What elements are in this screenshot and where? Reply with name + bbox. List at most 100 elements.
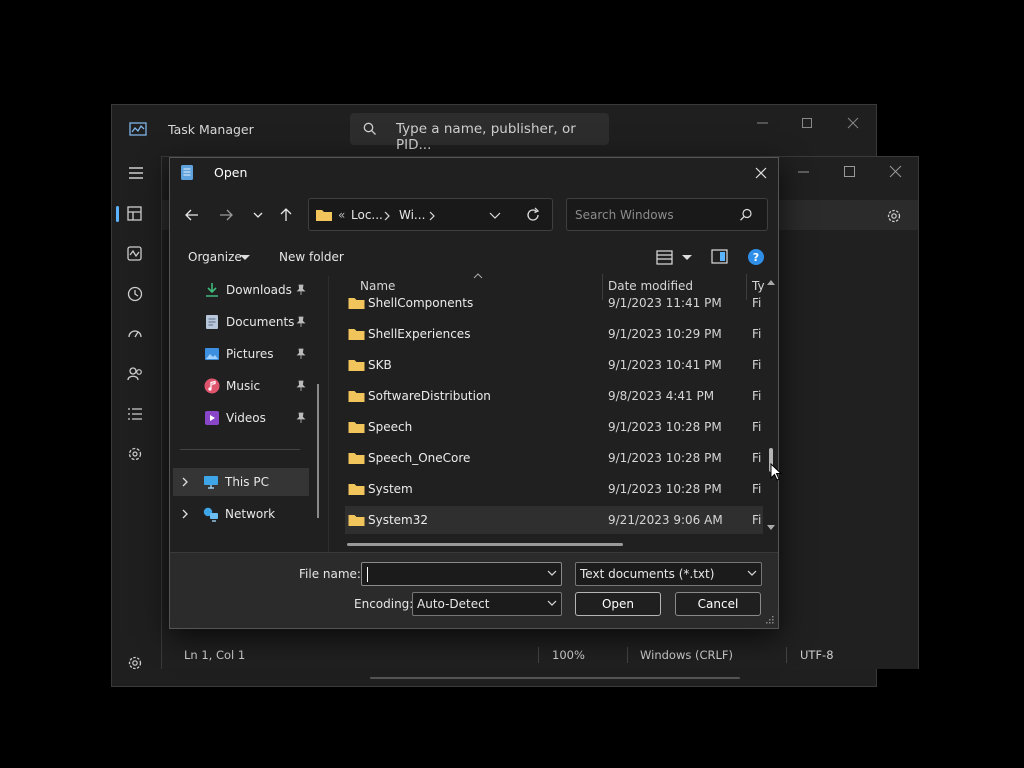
- up-arrow-icon[interactable]: [276, 205, 296, 225]
- organize-menu[interactable]: Organize: [188, 250, 242, 264]
- maximize-icon[interactable]: [792, 113, 822, 133]
- forward-arrow-icon[interactable]: [216, 205, 236, 225]
- file-type: Fi: [752, 513, 762, 527]
- nav-item-this-pc[interactable]: This PC: [173, 468, 309, 496]
- file-type: Fi: [752, 327, 762, 341]
- search-input[interactable]: Search Windows: [566, 198, 768, 231]
- file-row[interactable]: System 9/1/2023 10:28 PM Fi: [345, 475, 763, 503]
- processes-icon[interactable]: [126, 205, 144, 223]
- details-icon[interactable]: [126, 405, 144, 423]
- breadcrumb-item-windows[interactable]: Wi...: [399, 208, 425, 222]
- chevron-right-icon[interactable]: [181, 477, 189, 487]
- scroll-up-arrow-icon[interactable]: [766, 278, 776, 286]
- chevron-right-icon: [384, 211, 390, 221]
- pin-icon: [296, 316, 306, 327]
- file-name: System: [368, 482, 413, 496]
- open-button[interactable]: Open: [575, 592, 661, 616]
- file-type: Fi: [752, 482, 762, 496]
- nav-item-downloads[interactable]: Downloads: [190, 276, 320, 304]
- dialog-footer: File name: Text documents (*.txt) Encodi…: [170, 552, 778, 628]
- line-ending[interactable]: Windows (CRLF): [640, 648, 733, 662]
- users-icon[interactable]: [126, 365, 144, 383]
- folder-icon: [348, 453, 365, 464]
- services-icon[interactable]: [126, 445, 144, 463]
- file-name: Speech_OneCore: [368, 451, 471, 465]
- recent-locations-chevron-icon[interactable]: [248, 205, 268, 225]
- file-name-input[interactable]: [361, 562, 562, 586]
- task-manager-search-input[interactable]: Type a name, publisher, or PID...: [350, 113, 609, 153]
- navigation-pane: Downloads Documents Pictures Music Video…: [170, 276, 328, 552]
- nav-item-pictures[interactable]: Pictures: [190, 340, 320, 368]
- new-folder-button[interactable]: New folder: [279, 250, 344, 264]
- file-date-modified: 9/1/2023 10:28 PM: [608, 482, 722, 496]
- file-row[interactable]: Speech 9/1/2023 10:28 PM Fi: [345, 413, 763, 441]
- refresh-icon[interactable]: [525, 207, 541, 223]
- file-date-modified: 9/1/2023 10:28 PM: [608, 451, 722, 465]
- file-type-dropdown[interactable]: Text documents (*.txt): [575, 562, 762, 586]
- file-row[interactable]: ShellComponents 9/1/2023 11:41 PM Fi: [345, 289, 763, 317]
- file-name: ShellComponents: [368, 296, 474, 310]
- minimize-icon[interactable]: [788, 163, 818, 181]
- app-history-icon[interactable]: [126, 285, 144, 303]
- downloads-icon: [206, 283, 218, 297]
- chevron-down-icon[interactable]: [682, 255, 692, 261]
- file-row[interactable]: ShellExperiences 9/1/2023 10:29 PM Fi: [345, 320, 763, 348]
- pin-icon: [296, 412, 306, 423]
- pin-icon: [296, 380, 306, 391]
- pin-icon: [296, 348, 306, 359]
- cursor-position: Ln 1, Col 1: [184, 648, 246, 662]
- cancel-button[interactable]: Cancel: [675, 592, 761, 616]
- settings-icon[interactable]: [126, 654, 144, 672]
- minimize-icon[interactable]: [747, 113, 777, 133]
- music-icon: [204, 378, 220, 394]
- folder-icon: [348, 329, 365, 340]
- resize-grip-icon[interactable]: [765, 615, 775, 625]
- maximize-icon[interactable]: [834, 163, 864, 181]
- file-name: SoftwareDistribution: [368, 389, 491, 403]
- horizontal-scroll-thumb[interactable]: [347, 543, 623, 546]
- file-row[interactable]: SoftwareDistribution 9/8/2023 4:41 PM Fi: [345, 382, 763, 410]
- folder-icon: [348, 360, 365, 371]
- chevron-right-icon[interactable]: [181, 509, 189, 519]
- close-icon[interactable]: [838, 113, 868, 133]
- nav-item-network[interactable]: Network: [173, 500, 309, 528]
- search-icon: [363, 122, 376, 135]
- breadcrumb-item-local-disk[interactable]: Loc...: [351, 208, 383, 222]
- dialog-title: Open: [214, 165, 248, 180]
- nav-pane-scrollbar[interactable]: [317, 384, 319, 518]
- close-icon[interactable]: [880, 163, 910, 181]
- search-icon[interactable]: [739, 208, 753, 222]
- folder-icon: [348, 391, 365, 402]
- encoding-dropdown[interactable]: Auto-Detect: [412, 592, 562, 616]
- settings-icon[interactable]: [885, 207, 903, 225]
- text-caret: [367, 567, 368, 582]
- view-options-icon[interactable]: [656, 250, 674, 266]
- startup-apps-icon[interactable]: [126, 325, 144, 343]
- back-arrow-icon[interactable]: [182, 205, 202, 225]
- search-placeholder: Search Windows: [575, 208, 674, 222]
- file-type: Fi: [752, 296, 762, 310]
- help-icon[interactable]: ?: [747, 248, 765, 266]
- file-name-label: File name:: [299, 567, 361, 581]
- chevron-down-icon[interactable]: [489, 211, 501, 221]
- chevron-down-icon[interactable]: [547, 570, 557, 578]
- breadcrumb-overflow[interactable]: «: [338, 208, 345, 222]
- pictures-icon: [205, 348, 219, 360]
- close-icon[interactable]: [750, 162, 772, 184]
- preview-pane-icon[interactable]: [711, 249, 728, 265]
- task-manager-search-placeholder: Type a name, publisher, or PID...: [396, 121, 576, 153]
- nav-item-videos[interactable]: Videos: [190, 404, 320, 432]
- file-row[interactable]: SKB 9/1/2023 10:41 PM Fi: [345, 351, 763, 379]
- file-encoding[interactable]: UTF-8: [800, 648, 834, 662]
- zoom-level[interactable]: 100%: [552, 648, 585, 662]
- file-row[interactable]: Speech_OneCore 9/1/2023 10:28 PM Fi: [345, 444, 763, 472]
- nav-item-documents[interactable]: Documents: [190, 308, 320, 336]
- file-date-modified: 9/1/2023 10:29 PM: [608, 327, 722, 341]
- hamburger-menu-icon[interactable]: [126, 165, 146, 181]
- file-row[interactable]: System32 9/21/2023 9:06 AM Fi: [345, 506, 763, 534]
- network-icon: [203, 507, 218, 522]
- scroll-down-arrow-icon[interactable]: [766, 524, 776, 532]
- nav-item-music[interactable]: Music: [190, 372, 320, 400]
- address-bar[interactable]: « Loc... Wi...: [308, 198, 553, 231]
- performance-icon[interactable]: [126, 245, 144, 263]
